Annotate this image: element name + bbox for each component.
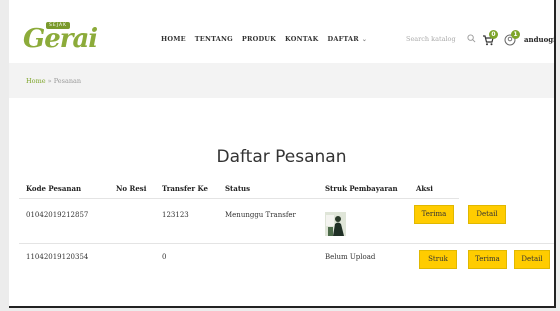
column-header-transfer-ke: Transfer Ke [162, 184, 208, 193]
header-divider [19, 198, 459, 199]
column-header-struk-pembayaran: Struk Pembayaran [325, 184, 398, 193]
cell-kode-pesanan: 11042019120354 [26, 253, 89, 261]
cell-kode-pesanan: 01042019212857 [26, 211, 89, 219]
username-label: anduogi [524, 35, 556, 44]
detail-button[interactable]: Detail [468, 205, 506, 224]
breadcrumb: Home » Pesanan [26, 77, 81, 85]
page-title: Daftar Pesanan [216, 147, 347, 167]
cell-status: Menunggu Transfer [225, 211, 296, 219]
column-header-no-resi: No Resi [116, 184, 147, 193]
struk-button[interactable]: Struk [419, 250, 457, 269]
breadcrumb-separator: » [45, 77, 54, 85]
notification-button[interactable]: 1 [504, 30, 522, 46]
detail-button[interactable]: Detail [514, 250, 550, 269]
column-header-kode-pesanan: Kode Pesanan [26, 184, 82, 193]
nav-daftar-dropdown[interactable]: DAFTAR ⌄ [327, 35, 367, 43]
receipt-photo-image [325, 212, 346, 236]
nav-tentang[interactable]: TENTANG [195, 35, 233, 43]
cart-button[interactable]: 0 [482, 30, 500, 46]
terima-button[interactable]: Terima [468, 250, 507, 269]
breadcrumb-band: Home » Pesanan [9, 63, 554, 98]
notification-count-badge: 1 [511, 30, 520, 39]
breadcrumb-home-link[interactable]: Home [26, 77, 46, 85]
nav-kontak[interactable]: KONTAK [285, 35, 318, 43]
column-header-status: Status [225, 184, 251, 193]
cell-transfer-ke: 123123 [162, 211, 189, 219]
chevron-down-icon: ⌄ [361, 36, 368, 43]
nav-home[interactable]: HOME [161, 35, 186, 43]
nav-daftar-label: DAFTAR [327, 35, 359, 43]
main-nav: HOME TENTANG PRODUK KONTAK DAFTAR ⌄ [161, 35, 367, 43]
cart-count-badge: 0 [489, 30, 498, 39]
terima-button[interactable]: Terima [414, 205, 454, 224]
logo-wordmark: Gerai [23, 24, 98, 54]
search-icon[interactable] [467, 34, 476, 43]
row-divider [19, 243, 554, 244]
column-header-aksi: Aksi [416, 184, 433, 193]
breadcrumb-current: Pesanan [53, 77, 82, 85]
receipt-thumbnail[interactable] [325, 212, 346, 236]
browser-viewport: SEJAK Gerai HOME TENTANG PRODUK KONTAK D… [9, 0, 556, 308]
site-logo[interactable]: SEJAK Gerai [23, 22, 98, 58]
cell-struk-pembayaran: Belum Upload [325, 253, 376, 261]
search-input[interactable]: Search katalog [406, 35, 456, 43]
cell-transfer-ke: 0 [162, 253, 167, 261]
user-menu[interactable]: anduogi⌄ [524, 35, 556, 44]
nav-produk[interactable]: PRODUK [242, 35, 276, 43]
